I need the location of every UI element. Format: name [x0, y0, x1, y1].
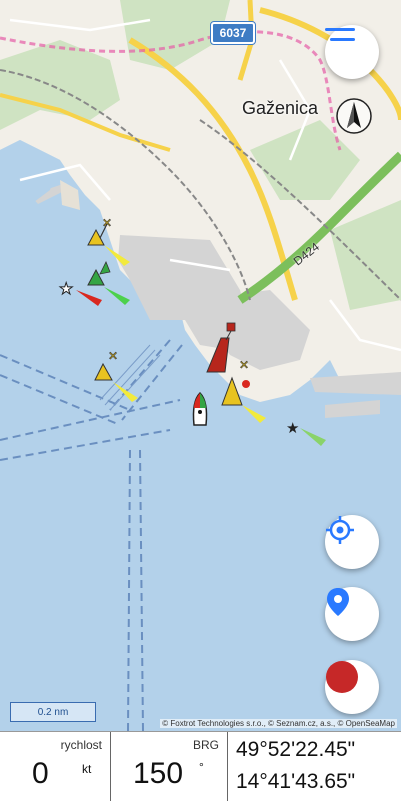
- compass-button[interactable]: [334, 96, 374, 136]
- nautical-map[interactable]: ✕ ★ ✕ ✕ ★ 6037 Gaženica D424 0.2 nm © Fo…: [0, 0, 401, 731]
- record-button[interactable]: [325, 660, 379, 714]
- svg-text:✕: ✕: [108, 349, 118, 363]
- bearing-unit: °: [199, 760, 204, 774]
- scale-bar: 0.2 nm: [10, 702, 96, 722]
- menu-icon: [325, 28, 355, 41]
- compass-north-icon: [336, 98, 372, 134]
- svg-text:★: ★: [286, 419, 299, 437]
- svg-text:★: ★: [59, 279, 73, 298]
- speed-unit: kt: [82, 762, 92, 776]
- bearing-cell[interactable]: BRG 150 °: [111, 732, 228, 801]
- map-attribution[interactable]: © Foxtrot Technologies s.r.o., © Seznam.…: [160, 719, 397, 728]
- speed-value: 0: [32, 757, 49, 790]
- instrument-panel: rychlost 0 kt BRG 150 ° 49°52'22.45" 14°…: [0, 731, 401, 801]
- location-pin-icon: [327, 588, 349, 616]
- latitude-value[interactable]: 49°52'22.45": [236, 738, 355, 762]
- town-label: Gaženica: [242, 98, 319, 118]
- add-marker-button[interactable]: [325, 587, 379, 641]
- svg-text:✕: ✕: [102, 216, 112, 230]
- speed-label: rychlost: [60, 738, 102, 752]
- svg-text:✕: ✕: [239, 358, 249, 372]
- longitude-value[interactable]: 14°41'43.65": [236, 770, 355, 794]
- bearing-value: 150: [133, 757, 184, 790]
- menu-button[interactable]: [325, 25, 379, 79]
- crosshair-icon: [326, 516, 354, 544]
- road-number-sign: 6037: [211, 22, 255, 44]
- record-icon: [326, 661, 358, 693]
- bearing-label: BRG: [192, 738, 219, 752]
- locate-button[interactable]: [325, 515, 379, 569]
- speed-cell[interactable]: rychlost 0 kt: [0, 732, 111, 801]
